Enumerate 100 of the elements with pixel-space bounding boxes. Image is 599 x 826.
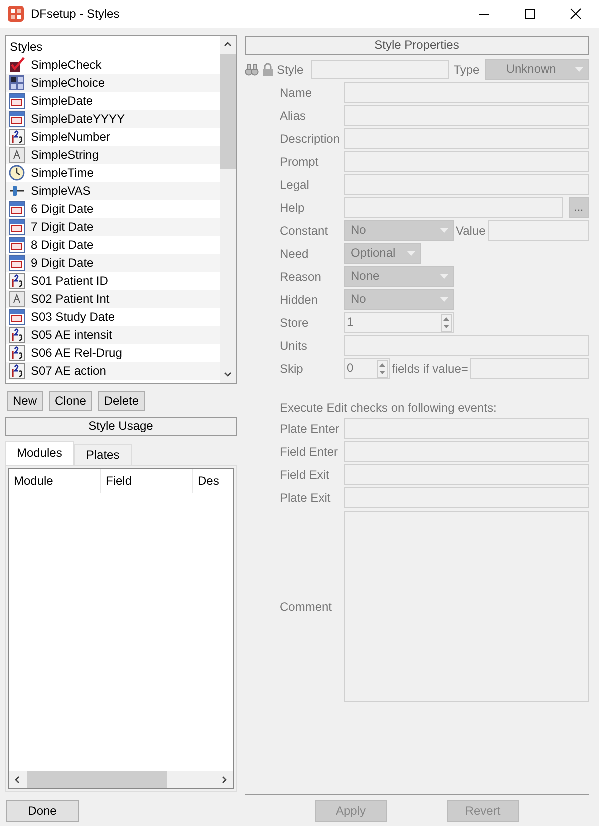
caret-icon — [440, 296, 449, 302]
field-label: Reason — [279, 270, 322, 284]
field-label: Value — [456, 224, 486, 238]
spinner-arrows-icon[interactable] — [377, 360, 388, 378]
field-label: Type — [454, 62, 480, 76]
checkbox-icon — [9, 57, 25, 73]
list-item[interactable]: SimpleVAS — [6, 182, 220, 200]
section-label: Execute Edit checks on following events: — [279, 400, 498, 417]
list-item[interactable]: S07 AE action — [6, 362, 220, 380]
value-field[interactable] — [488, 220, 589, 241]
calendar-icon — [9, 255, 25, 271]
list-item[interactable]: SimpleNumber — [6, 128, 220, 146]
caret-icon — [575, 66, 584, 72]
section-header: Style Properties — [245, 36, 589, 55]
letter-icon — [9, 147, 25, 163]
field-label: Skip — [279, 362, 304, 376]
text-field[interactable] — [344, 151, 589, 172]
field-label: Field Exit — [279, 468, 330, 482]
list-item[interactable]: S05 AE intensit — [6, 326, 220, 344]
calendar-icon — [9, 111, 25, 127]
spinner-arrows-icon[interactable] — [441, 314, 452, 332]
letter-icon — [9, 291, 25, 307]
lock-icon[interactable] — [262, 63, 274, 76]
tab[interactable]: Plates — [74, 444, 132, 465]
list-item[interactable]: SimpleString — [6, 146, 220, 164]
clone-button[interactable]: Clone — [49, 391, 92, 411]
field-label: Name — [279, 86, 314, 100]
text-field[interactable] — [344, 418, 589, 439]
slider-icon — [9, 183, 25, 199]
text-field[interactable] — [344, 197, 563, 218]
field-label: fields if value= — [392, 362, 468, 376]
list-item[interactable]: 8 Digit Date — [6, 236, 220, 254]
calendar-icon — [9, 309, 25, 325]
text-field[interactable] — [470, 358, 589, 379]
scrollbar-thumb[interactable] — [220, 54, 236, 169]
list-item[interactable]: SimpleChoice — [6, 74, 220, 92]
field-label: Plate Enter — [279, 422, 340, 436]
clock-icon — [9, 165, 25, 181]
close-icon[interactable] — [570, 8, 582, 20]
text-field[interactable] — [344, 441, 589, 462]
browse-button[interactable]: ... — [569, 197, 589, 218]
list-item[interactable]: SimpleCheck — [6, 56, 220, 74]
field-label: Constant — [279, 224, 330, 238]
list-item[interactable]: 7 Digit Date — [6, 218, 220, 236]
field-label: Units — [279, 338, 308, 352]
delete-button[interactable]: Delete — [98, 391, 146, 411]
field-label: Comment — [279, 600, 334, 614]
column-header[interactable]: Field — [101, 469, 193, 493]
numbers-icon — [9, 345, 25, 361]
field-label: Description — [279, 132, 342, 146]
field-label: Field Enter — [279, 444, 340, 458]
list-item[interactable]: 6 Digit Date — [6, 200, 220, 218]
list-item[interactable]: SimpleDate — [6, 92, 220, 110]
text-field[interactable] — [344, 174, 589, 195]
new-button[interactable]: New — [7, 391, 44, 411]
comment-field[interactable] — [344, 511, 589, 702]
numbers-icon — [9, 273, 25, 289]
caret-icon — [440, 274, 449, 280]
list-item[interactable]: S01 Patient ID — [6, 272, 220, 290]
text-field[interactable] — [344, 105, 589, 126]
list-item[interactable]: S06 AE Rel-Drug — [6, 344, 220, 362]
tab[interactable]: Modules — [5, 441, 74, 465]
field-label: Hidden — [279, 292, 320, 306]
text-field[interactable] — [344, 128, 589, 149]
binoculars-icon[interactable] — [245, 62, 259, 76]
number-field[interactable]: 0 — [344, 358, 390, 379]
grid-icon — [9, 75, 25, 91]
style-field[interactable] — [310, 60, 449, 79]
column-header[interactable]: Module — [9, 469, 101, 493]
calendar-icon — [9, 201, 25, 217]
section-header: Style Usage — [5, 417, 237, 436]
field-label: Need — [279, 246, 310, 260]
list-item[interactable]: S03 Study Date — [6, 308, 220, 326]
calendar-icon — [9, 237, 25, 253]
text-field[interactable] — [344, 82, 589, 103]
numbers-icon — [9, 129, 25, 145]
vertical-scrollbar[interactable] — [220, 36, 236, 383]
scrollbar-thumb[interactable] — [27, 771, 167, 788]
calendar-icon — [9, 219, 25, 235]
list-item[interactable]: SimpleTime — [6, 164, 220, 182]
done-button[interactable]: Done — [6, 800, 79, 822]
list-item[interactable]: S02 Patient Int — [6, 290, 220, 308]
caret-icon — [407, 250, 416, 256]
field-label: Legal — [279, 178, 310, 192]
calendar-icon — [9, 93, 25, 109]
window-title: DFsetup - Styles — [31, 7, 120, 21]
list-item[interactable]: 9 Digit Date — [6, 254, 220, 272]
column-header[interactable]: Des — [193, 469, 220, 493]
list-header: Styles — [9, 39, 44, 56]
maximize-icon[interactable] — [524, 8, 536, 20]
field-label: Help — [279, 200, 306, 214]
number-field[interactable]: 1 — [344, 312, 454, 333]
horizontal-scrollbar[interactable] — [9, 771, 233, 788]
numbers-icon — [9, 327, 25, 343]
field-label: Alias — [279, 108, 308, 122]
text-field[interactable] — [344, 335, 589, 356]
text-field[interactable] — [344, 487, 589, 508]
text-field[interactable] — [344, 464, 589, 485]
field-label: Style — [277, 62, 304, 76]
list-item[interactable]: SimpleDateYYYY — [6, 110, 220, 128]
